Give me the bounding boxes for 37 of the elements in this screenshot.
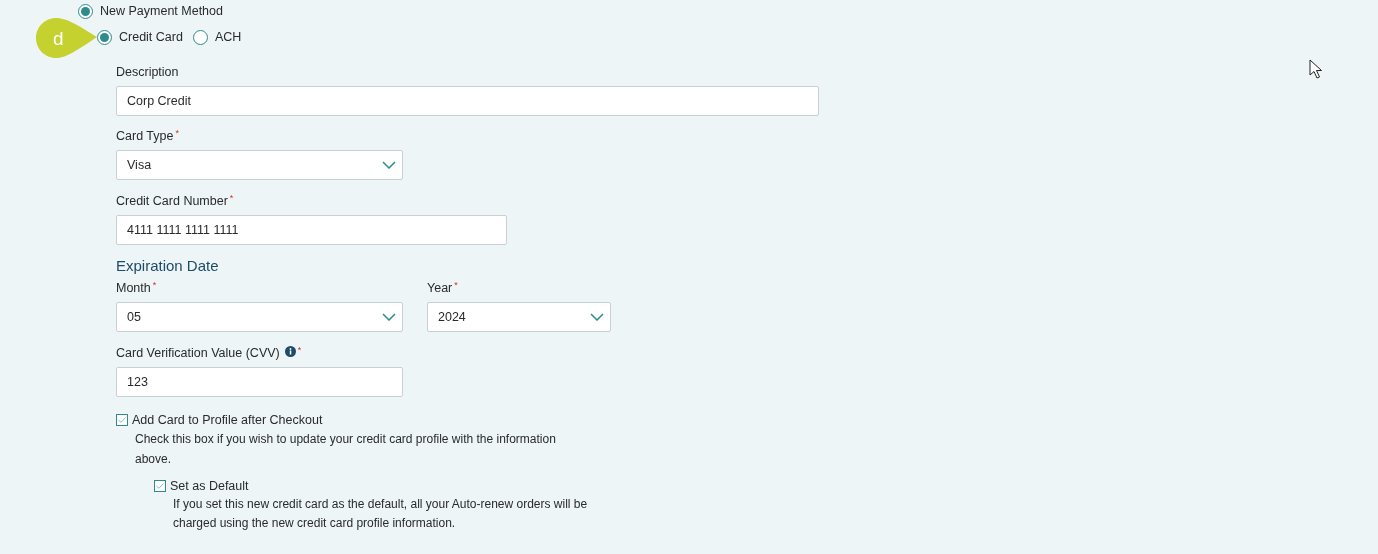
chevron-down-icon [590,313,604,321]
dropdown[interactable]: Visa [116,150,403,180]
card-number-field[interactable]: 4111 1111 1111 1111 [116,215,507,245]
radio-button[interactable] [97,30,112,45]
field-label: Month [116,281,151,296]
help-text: If you set this new credit card as the default, all your Auto-renew orders will be charged using the new credit card profile information. [173,496,589,532]
required-mark: * [229,194,234,203]
field-label: Card Type [116,129,174,144]
required-mark: * [175,129,179,138]
cvv-field[interactable]: 123 [116,367,403,397]
checkbox-label[interactable]: Add Card to Profile after Checkout [132,412,323,428]
field-label: Credit Card Number [116,194,228,209]
chevron-down-icon [382,161,396,169]
radio-button[interactable] [78,4,93,19]
chevron-down-icon [382,313,396,321]
callout-badge [36,18,97,58]
required-mark: * [152,281,157,290]
checkbox[interactable] [154,480,166,492]
cursor-icon [1309,59,1323,79]
radio-label[interactable]: ACH [214,28,242,47]
callout-label: d [53,28,64,48]
info-icon[interactable] [284,346,296,357]
dropdown[interactable]: 2024 [427,302,611,332]
required-mark: * [297,346,302,355]
field-label: Year [427,281,453,296]
required-mark: * [454,281,458,290]
section-heading: Expiration Date [116,257,220,275]
field-label: Description [116,65,179,80]
checkbox[interactable] [116,414,128,426]
field-label: Card Verification Value (CVV) [116,346,280,361]
dropdown[interactable]: 05 [116,302,403,332]
radio-label[interactable]: Credit Card [119,28,183,47]
radio-label[interactable]: New Payment Method [100,2,223,21]
description-field[interactable]: Corp Credit [116,86,819,116]
help-text: Check this box if you wish to update your credit card profile with the information above. [135,431,557,468]
radio-button[interactable] [192,30,208,45]
checkbox-label[interactable]: Set as Default [170,478,249,494]
